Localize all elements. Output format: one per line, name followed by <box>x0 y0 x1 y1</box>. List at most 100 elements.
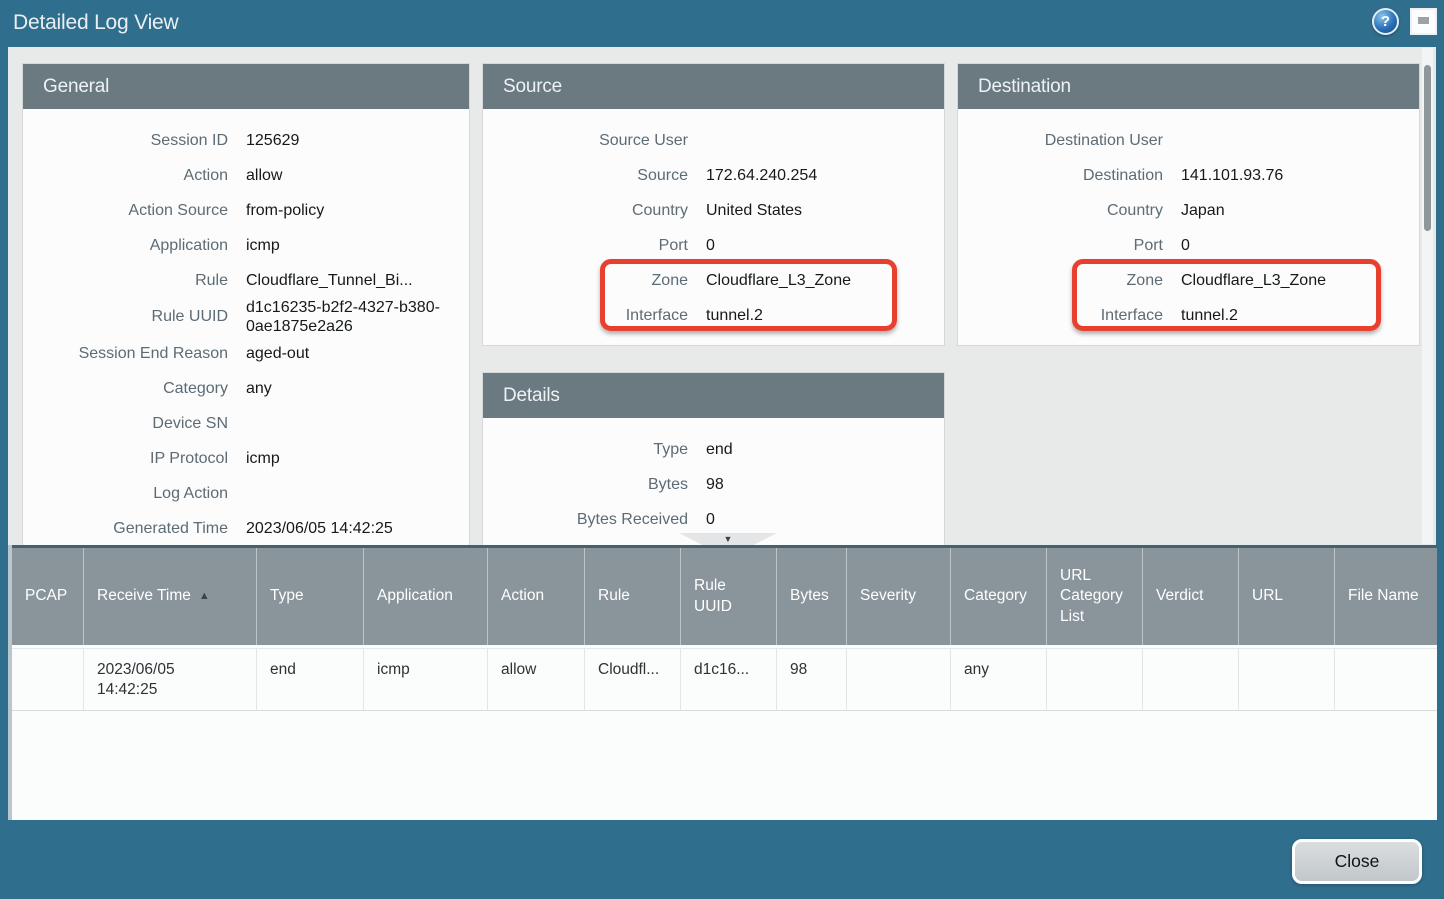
close-button[interactable]: Close <box>1292 839 1422 884</box>
field-value: 0 <box>706 510 715 529</box>
column-header-action[interactable]: Action <box>488 548 585 645</box>
field-value: from-policy <box>246 201 324 220</box>
field-source-address: Source 172.64.240.254 <box>483 158 944 193</box>
panel-scrollbar-track <box>1422 48 1433 544</box>
column-header-pcap[interactable]: PCAP <box>12 548 84 645</box>
field-label: Source User <box>483 132 688 150</box>
field-source-zone: Zone Cloudflare_L3_Zone <box>483 263 944 298</box>
field-destination-user: Destination User <box>958 123 1419 158</box>
field-label: Country <box>958 202 1163 220</box>
cell-rule-uuid: d1c16... <box>681 649 777 710</box>
field-label: Application <box>23 237 228 255</box>
field-session-id: Session ID 125629 <box>23 123 469 158</box>
field-label: Type <box>483 441 688 459</box>
panel-scrollbar-thumb[interactable] <box>1424 65 1431 231</box>
field-label: Zone <box>483 272 688 290</box>
field-value: tunnel.2 <box>1181 306 1238 325</box>
cell-file-name <box>1335 649 1437 710</box>
panel-details-body: Type end Bytes 98 Bytes Received 0 <box>483 418 944 545</box>
field-label: Action Source <box>23 202 228 220</box>
field-value: d1c16235-b2f2-4327-b380-0ae1875e2a26 <box>246 298 456 336</box>
field-value: Cloudflare_L3_Zone <box>1181 271 1326 290</box>
field-value: 98 <box>706 475 724 494</box>
field-label: Interface <box>958 307 1163 325</box>
column-header-url-category-list[interactable]: URL Category List <box>1047 548 1143 645</box>
field-destination-port: Port 0 <box>958 228 1419 263</box>
column-header-rule-uuid[interactable]: Rule UUID <box>681 548 777 645</box>
field-value: Cloudflare_L3_Zone <box>706 271 851 290</box>
field-value: tunnel.2 <box>706 306 763 325</box>
field-value: 2023/06/05 14:42:25 <box>246 519 393 538</box>
field-bytes: Bytes 98 <box>483 467 944 502</box>
field-label: Generated Time <box>23 520 228 538</box>
field-label: Bytes <box>483 476 688 494</box>
panel-destination: Destination Destination User Destination… <box>957 63 1420 346</box>
panel-details-title: Details <box>483 373 944 418</box>
cell-rule: Cloudfl... <box>585 649 681 710</box>
window-dock-icon[interactable] <box>1410 8 1437 35</box>
related-logs-table: ▼ PCAP Receive Time ▲ Type Application A… <box>8 545 1437 820</box>
column-header-rule[interactable]: Rule <box>585 548 681 645</box>
field-value: Cloudflare_Tunnel_Bi... <box>246 271 413 290</box>
cell-bytes: 98 <box>777 649 847 710</box>
field-value: 0 <box>706 236 715 255</box>
column-header-url[interactable]: URL <box>1239 548 1335 645</box>
column-header-application[interactable]: Application <box>364 548 488 645</box>
panel-source: Source Source User Source 172.64.240.254… <box>482 63 945 346</box>
cell-type: end <box>257 649 364 710</box>
cell-pcap <box>12 649 84 710</box>
field-source-port: Port 0 <box>483 228 944 263</box>
field-value: end <box>706 440 733 459</box>
column-header-verdict[interactable]: Verdict <box>1143 548 1239 645</box>
field-value: 172.64.240.254 <box>706 166 817 185</box>
field-type: Type end <box>483 432 944 467</box>
help-icon[interactable]: ? <box>1372 8 1399 35</box>
field-value: any <box>246 379 272 398</box>
field-value: icmp <box>246 236 280 255</box>
column-header-receive-time[interactable]: Receive Time ▲ <box>84 548 257 645</box>
panel-general-title: General <box>23 64 469 109</box>
field-value: aged-out <box>246 344 309 363</box>
field-destination-interface: Interface tunnel.2 <box>958 298 1419 333</box>
table-row[interactable]: 2023/06/05 14:42:25 end icmp allow Cloud… <box>12 648 1437 711</box>
panel-source-title: Source <box>483 64 944 109</box>
field-value: 125629 <box>246 131 299 150</box>
detailed-log-view-dialog: Detailed Log View ? General Session ID 1… <box>0 0 1444 899</box>
cell-url <box>1239 649 1335 710</box>
field-generated-time: Generated Time 2023/06/05 14:42:25 <box>23 511 469 545</box>
sort-ascending-icon: ▲ <box>199 589 210 603</box>
panel-general-body: Session ID 125629 Action allow Action So… <box>23 109 469 545</box>
panel-source-body: Source User Source 172.64.240.254 Countr… <box>483 109 944 345</box>
field-label: Category <box>23 380 228 398</box>
field-action-source: Action Source from-policy <box>23 193 469 228</box>
field-label: Rule UUID <box>23 308 228 326</box>
panel-details: Details Type end Bytes 98 Bytes Received… <box>482 372 945 545</box>
field-label: Interface <box>483 307 688 325</box>
column-header-type[interactable]: Type <box>257 548 364 645</box>
field-session-end-reason: Session End Reason aged-out <box>23 336 469 371</box>
cell-action: allow <box>488 649 585 710</box>
field-label: Port <box>958 237 1163 255</box>
field-ip-protocol: IP Protocol icmp <box>23 441 469 476</box>
column-header-severity[interactable]: Severity <box>847 548 951 645</box>
column-header-file-name[interactable]: File Name <box>1335 548 1437 645</box>
field-rule-uuid: Rule UUID d1c16235-b2f2-4327-b380-0ae187… <box>23 298 469 336</box>
cell-verdict <box>1143 649 1239 710</box>
field-destination-zone: Zone Cloudflare_L3_Zone <box>958 263 1419 298</box>
column-header-category[interactable]: Category <box>951 548 1047 645</box>
field-label: Session ID <box>23 132 228 150</box>
field-label: Port <box>483 237 688 255</box>
field-label: Rule <box>23 272 228 290</box>
table-header-row: PCAP Receive Time ▲ Type Application Act… <box>12 545 1437 645</box>
panel-destination-body: Destination User Destination 141.101.93.… <box>958 109 1419 345</box>
field-label: Country <box>483 202 688 220</box>
field-label: IP Protocol <box>23 450 228 468</box>
cell-application: icmp <box>364 649 488 710</box>
field-label: Device SN <box>23 415 228 433</box>
field-destination-address: Destination 141.101.93.76 <box>958 158 1419 193</box>
field-action: Action allow <box>23 158 469 193</box>
log-detail-area: General Session ID 125629 Action allow A… <box>8 47 1436 545</box>
middle-column: Source Source User Source 172.64.240.254… <box>482 63 945 545</box>
column-header-bytes[interactable]: Bytes <box>777 548 847 645</box>
field-label: Source <box>483 167 688 185</box>
